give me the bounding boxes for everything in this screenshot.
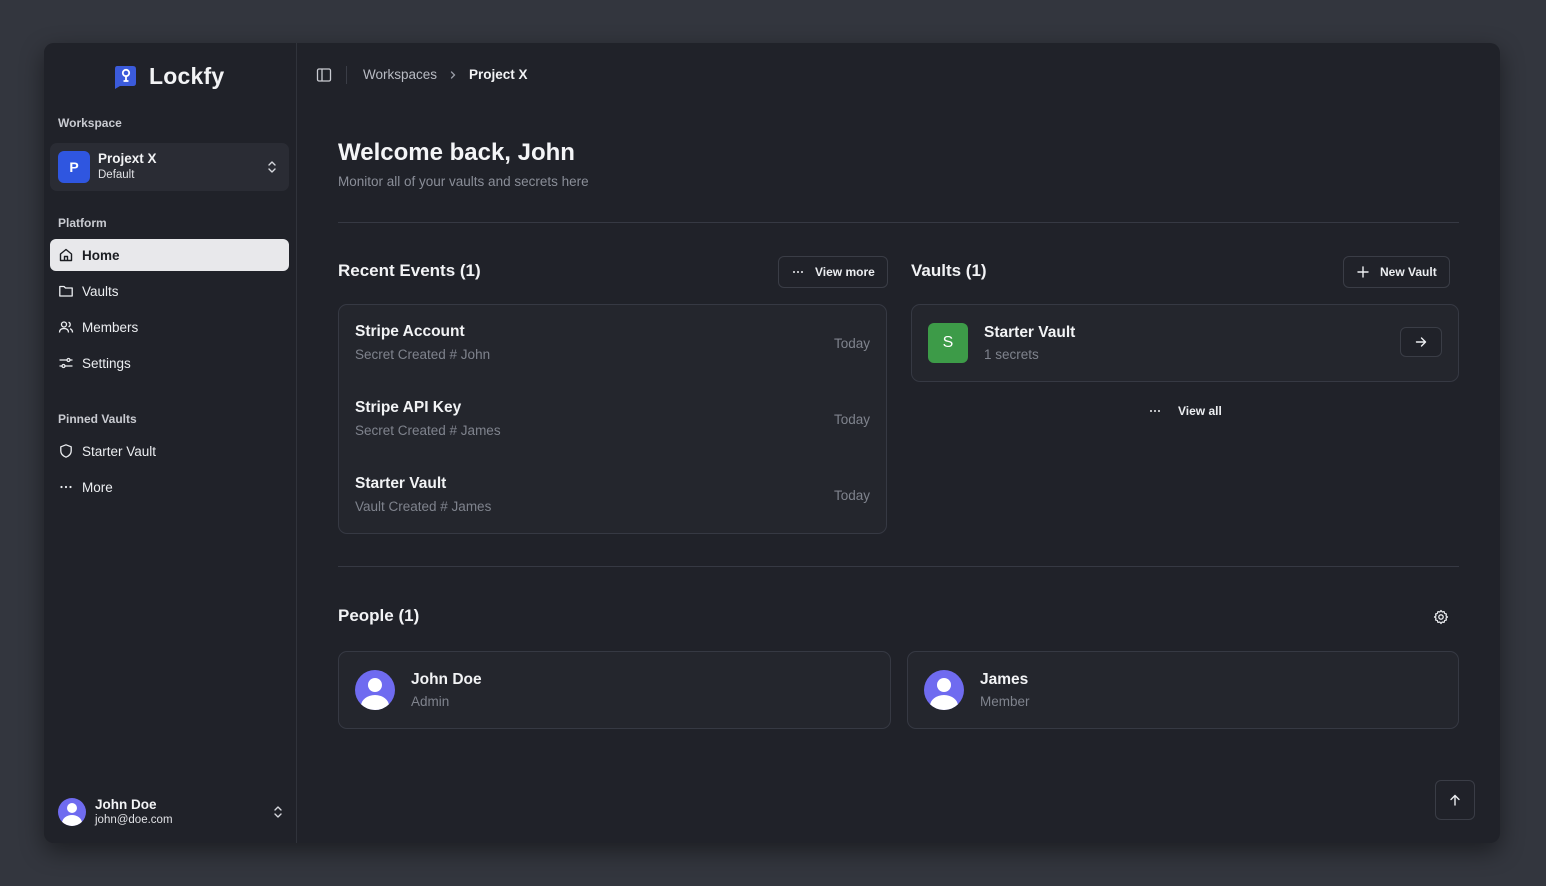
new-vault-label: New Vault [1380, 265, 1437, 279]
event-subtitle: Secret Created # John [355, 347, 491, 362]
workspace-sub: Default [98, 169, 135, 181]
user-menu[interactable]: John Doe john@doe.com [58, 795, 283, 829]
folder-icon [59, 285, 73, 297]
pinned-nav: Starter Vault More [50, 435, 289, 507]
users-icon [58, 321, 74, 333]
event-title: Starter Vault [355, 475, 447, 492]
view-more-button[interactable]: View more [778, 256, 888, 288]
page-subtitle: Monitor all of your vaults and secrets h… [338, 174, 589, 189]
vault-secrets-count: 1 secrets [984, 347, 1039, 362]
person-role: Member [980, 694, 1030, 709]
nav-label-vaults: Vaults [82, 283, 119, 299]
sidebar-toggle-icon[interactable] [316, 67, 332, 83]
event-time: Today [833, 412, 870, 427]
breadcrumb-workspaces[interactable]: Workspaces [363, 67, 437, 82]
event-title: Stripe Account [355, 323, 465, 340]
event-time: Today [833, 488, 870, 503]
pinned-label-more: More [82, 479, 113, 495]
pinned-item-more[interactable]: More [50, 471, 289, 503]
nav-item-home[interactable]: Home [50, 239, 289, 271]
event-item[interactable]: Starter Vault Vault Created # James Toda… [355, 475, 870, 514]
view-all-label: View all [1178, 404, 1222, 418]
event-time: Today [833, 336, 870, 351]
divider [346, 66, 347, 84]
ellipsis-icon [1150, 410, 1160, 412]
sliders-icon [59, 357, 73, 369]
workspace-label: Workspace [58, 116, 122, 130]
nav-label-members: Members [82, 319, 139, 335]
logo[interactable]: Lockfy [111, 61, 224, 91]
user-name: John Doe [95, 796, 157, 812]
sidebar: Lockfy Workspace P Projext X Default Pla… [44, 43, 297, 843]
ellipsis-icon [60, 485, 72, 489]
chevrons-up-down-icon [268, 161, 276, 173]
pinned-label-starter-vault: Starter Vault [82, 443, 157, 459]
plus-icon [1357, 266, 1369, 278]
pinned-item-starter-vault[interactable]: Starter Vault [50, 435, 289, 467]
person-role: Admin [411, 694, 450, 709]
divider [338, 222, 1459, 223]
top-bar: Workspaces Project X [298, 43, 1500, 107]
vault-card[interactable]: S Starter Vault 1 secrets [911, 304, 1459, 382]
workspace-name: Projext X [98, 151, 157, 166]
chevrons-up-down-icon [274, 806, 282, 818]
nav-item-vaults[interactable]: Vaults [50, 275, 289, 307]
workspace-switcher[interactable]: P Projext X Default [50, 143, 289, 191]
brand-name: Lockfy [149, 62, 225, 89]
chevron-right-icon [450, 70, 456, 79]
vault-badge: S [928, 323, 968, 363]
event-title: Stripe API Key [355, 399, 462, 416]
nav-label-home: Home [82, 247, 120, 263]
person-name: James [980, 671, 1029, 688]
new-vault-button[interactable]: New Vault [1343, 256, 1450, 288]
person-name: John Doe [411, 671, 482, 688]
vault-name: Starter Vault [984, 324, 1076, 341]
event-item[interactable]: Stripe API Key Secret Created # James To… [355, 399, 870, 438]
avatar [355, 670, 395, 710]
lockfy-logo-icon [115, 66, 136, 89]
recent-events-card: Stripe Account Secret Created # John Tod… [338, 304, 887, 534]
view-more-label: View more [815, 265, 875, 279]
scroll-to-top-button[interactable] [1435, 780, 1475, 820]
person-card[interactable]: John Doe Admin [338, 651, 891, 729]
platform-nav: Home Vaults Members Settings [50, 239, 289, 383]
vaults-title: Vaults (1) [911, 261, 987, 280]
event-item[interactable]: Stripe Account Secret Created # John Tod… [355, 323, 870, 362]
open-vault-button[interactable] [1400, 327, 1442, 357]
people-title: People (1) [338, 606, 420, 625]
event-subtitle: Vault Created # James [355, 499, 492, 514]
welcome-header: Welcome back, John Monitor all of your v… [338, 139, 589, 189]
recent-events-title: Recent Events (1) [338, 261, 481, 280]
arrow-up-icon [1450, 794, 1460, 806]
pinned-vaults-label: Pinned Vaults [58, 412, 137, 426]
user-email: john@doe.com [95, 813, 173, 826]
avatar [58, 798, 86, 826]
workspace-badge: P [58, 151, 90, 183]
nav-item-members[interactable]: Members [50, 311, 289, 343]
event-subtitle: Secret Created # James [355, 423, 501, 438]
page-title: Welcome back, John [338, 139, 575, 166]
home-icon [59, 248, 73, 262]
view-all-link[interactable]: View all [1148, 404, 1222, 418]
breadcrumb-current: Project X [469, 67, 528, 82]
app-window: Lockfy Workspace P Projext X Default Pla… [44, 43, 1500, 843]
platform-label: Platform [58, 216, 107, 230]
person-card[interactable]: James Member [907, 651, 1459, 729]
nav-item-settings[interactable]: Settings [50, 347, 289, 379]
main-content: Workspaces Project X Welcome back, John … [298, 43, 1500, 843]
gear-icon[interactable] [1433, 609, 1449, 625]
avatar [924, 670, 964, 710]
nav-label-settings: Settings [82, 355, 131, 371]
divider [338, 566, 1459, 567]
breadcrumb: Workspaces Project X [363, 67, 528, 82]
arrow-right-icon [1415, 337, 1427, 347]
shield-icon [60, 444, 72, 458]
ellipsis-icon [793, 271, 803, 273]
